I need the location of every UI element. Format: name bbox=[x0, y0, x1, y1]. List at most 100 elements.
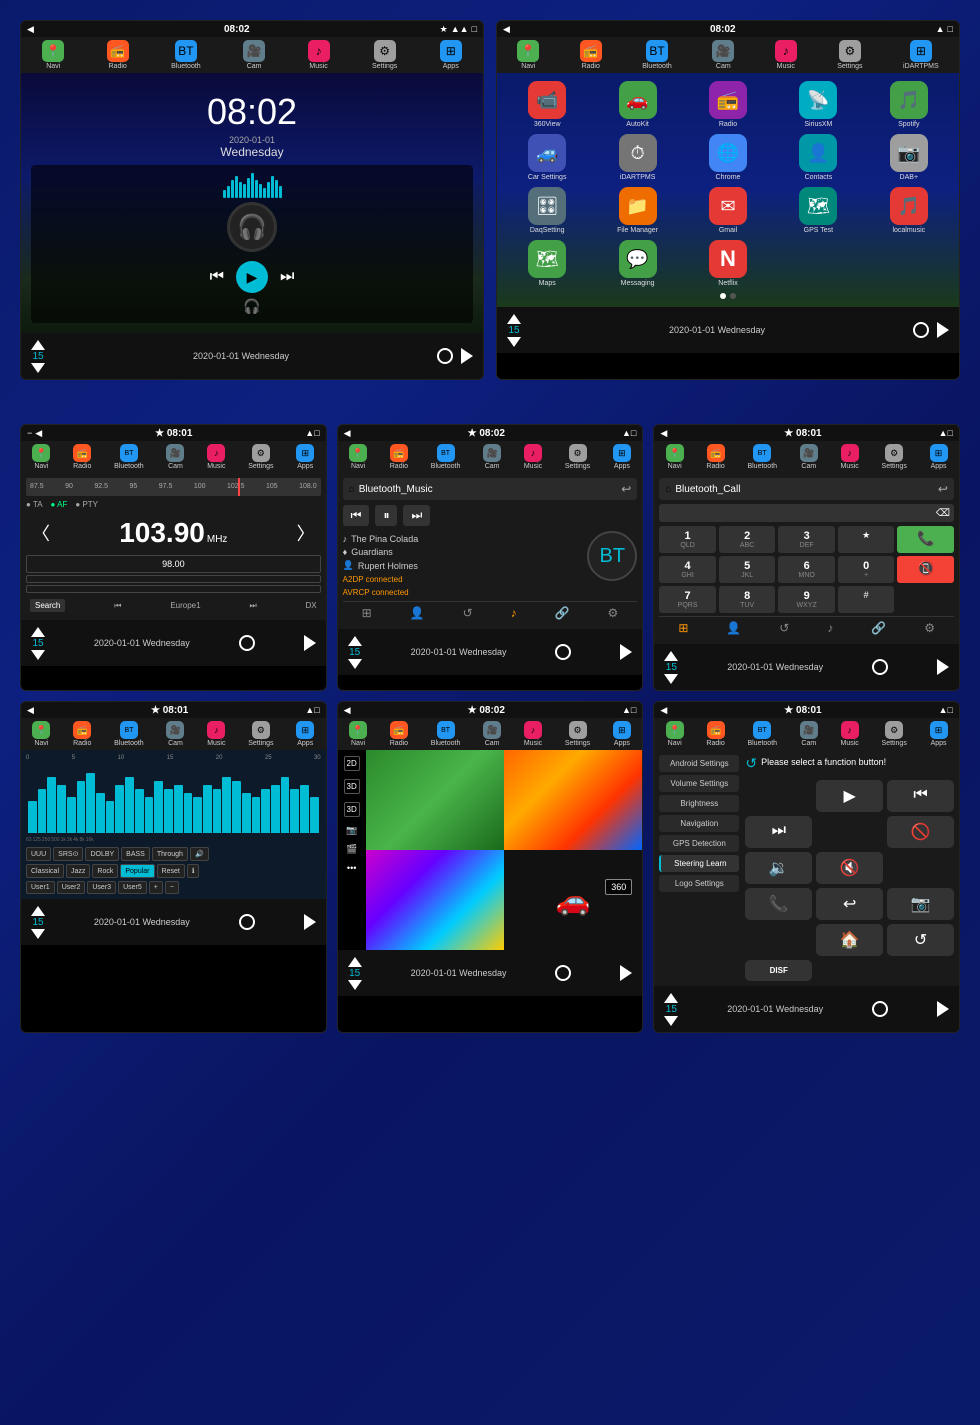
eq-btn-srs[interactable]: SRS⊙ bbox=[53, 847, 83, 861]
hangup-button[interactable]: 📵 bbox=[897, 556, 954, 583]
fn-btn-back[interactable]: ↺ bbox=[887, 924, 954, 956]
nav-settings-5[interactable]: ⚙ Settings bbox=[882, 444, 907, 470]
bt-call-back-icon[interactable]: ↩ bbox=[938, 482, 948, 496]
nav-apps-3[interactable]: ⊞ Apps bbox=[296, 444, 314, 470]
home-btn-3[interactable] bbox=[239, 635, 255, 651]
nav-radio-1[interactable]: 📻 Radio bbox=[107, 40, 129, 70]
nav-radio-4[interactable]: 📻 Radio bbox=[390, 444, 408, 470]
bottom-nav-2[interactable]: 15 bbox=[507, 314, 521, 347]
app-360view[interactable]: 📹 360View bbox=[505, 81, 589, 128]
eq-btn-classical[interactable]: Classical bbox=[26, 864, 64, 878]
bt-contact-icon[interactable]: 👤 bbox=[410, 606, 425, 620]
eq-btn-minus[interactable]: − bbox=[165, 881, 179, 894]
nav-bt-5[interactable]: BT Bluetooth bbox=[747, 444, 777, 470]
bt-next-btn[interactable]: ⏭ bbox=[403, 505, 430, 526]
back-icon-5[interactable]: ◀ bbox=[660, 428, 667, 439]
app-messaging[interactable]: 💬 Messaging bbox=[595, 240, 679, 287]
home-btn-5[interactable] bbox=[872, 659, 888, 675]
app-localmusic[interactable]: 🎵 localmusic bbox=[867, 187, 951, 234]
fn-btn-play[interactable]: ▶ bbox=[816, 780, 883, 812]
app-netflix[interactable]: N Netflix bbox=[686, 240, 770, 287]
nav-radio-5[interactable]: 📻 Radio bbox=[706, 444, 724, 470]
nav-bt-3[interactable]: BT Bluetooth bbox=[114, 444, 144, 470]
eq-btn-dolby[interactable]: DOLBY bbox=[85, 847, 119, 861]
back-btn-8[interactable] bbox=[937, 1001, 949, 1017]
nav-navi-6[interactable]: 📍 Navi bbox=[32, 721, 50, 747]
prev-station-icon[interactable]: ⏮ bbox=[114, 601, 121, 611]
fn-btn-mute[interactable]: 🚫 bbox=[887, 816, 954, 848]
nav-settings-8[interactable]: ⚙ Settings bbox=[882, 721, 907, 747]
eq-btn-uuu[interactable]: UUU bbox=[26, 847, 51, 861]
nav-cam-7[interactable]: 🎥 Cam bbox=[483, 721, 501, 747]
nav-bt-2[interactable]: BT Bluetooth bbox=[642, 40, 672, 70]
bt-sync-icon[interactable]: ↺ bbox=[463, 606, 473, 620]
home-btn-7[interactable] bbox=[555, 965, 571, 981]
next-button[interactable]: ⏭ bbox=[280, 268, 294, 286]
nav-cam-8[interactable]: 🎥 Cam bbox=[800, 721, 818, 747]
nav-cam-5[interactable]: 🎥 Cam bbox=[800, 444, 818, 470]
eq-btn-through[interactable]: Through bbox=[152, 847, 188, 861]
bottom-nav-3[interactable]: 15 bbox=[31, 627, 45, 660]
nav-apps-1[interactable]: ⊞ Apps bbox=[440, 40, 462, 70]
nav-bt-1[interactable]: BT Bluetooth bbox=[171, 40, 201, 70]
key-4[interactable]: 4GHI bbox=[659, 556, 716, 583]
nav-navi-8[interactable]: 📍 Navi bbox=[666, 721, 684, 747]
cam-3d-btn-1[interactable]: 3D bbox=[344, 779, 360, 794]
key-star[interactable]: ★ bbox=[838, 526, 895, 553]
key-8[interactable]: 8TUV bbox=[719, 586, 776, 613]
home-button-2[interactable] bbox=[913, 322, 929, 338]
bt-grid-icon[interactable]: ⊞ bbox=[362, 606, 372, 620]
back-btn-5[interactable] bbox=[937, 659, 949, 675]
backspace-icon[interactable]: ⌫ bbox=[936, 508, 950, 519]
call-music-icon[interactable]: ♪ bbox=[827, 621, 833, 635]
home-button-1[interactable] bbox=[437, 348, 453, 364]
menu-gps-detection[interactable]: GPS Detection bbox=[659, 835, 739, 852]
nav-bt-6[interactable]: BT Bluetooth bbox=[114, 721, 144, 747]
app-idartpms[interactable]: ⏱ iDARTPMS bbox=[595, 134, 679, 181]
fn-btn-disf[interactable]: DISF bbox=[745, 960, 812, 981]
cam-video-icon[interactable]: 🎬 bbox=[346, 844, 357, 855]
back-btn-3[interactable] bbox=[304, 635, 316, 651]
nav-cam-4[interactable]: 🎥 Cam bbox=[483, 444, 501, 470]
key-6[interactable]: 6MNO bbox=[778, 556, 835, 583]
back-icon-6[interactable]: ◀ bbox=[27, 705, 34, 716]
bottom-nav-8[interactable]: 15 bbox=[664, 993, 678, 1026]
back-icon-4[interactable]: ◀ bbox=[344, 428, 351, 439]
app-daqsetting[interactable]: 🎛 DaqSetting bbox=[505, 187, 589, 234]
back-icon-3b[interactable]: ◀ bbox=[35, 428, 42, 439]
freq-down-arrow[interactable]: 〈 bbox=[32, 520, 50, 546]
back-icon-7[interactable]: ◀ bbox=[344, 705, 351, 716]
nav-music-6[interactable]: ♪ Music bbox=[207, 721, 225, 747]
bottom-nav-5[interactable]: 15 bbox=[664, 651, 678, 684]
nav-navi-1[interactable]: 📍 Navi bbox=[42, 40, 64, 70]
call-link-icon[interactable]: 🔗 bbox=[871, 621, 886, 635]
nav-apps-4[interactable]: ⊞ Apps bbox=[613, 444, 631, 470]
app-radio[interactable]: 📻 Radio bbox=[686, 81, 770, 128]
app-dab[interactable]: 📷 DAB+ bbox=[867, 134, 951, 181]
nav-music-1[interactable]: ♪ Music bbox=[308, 40, 330, 70]
fn-btn-home[interactable]: 🏠 bbox=[816, 924, 883, 956]
back-icon-8[interactable]: ◀ bbox=[660, 705, 667, 716]
nav-settings-6[interactable]: ⚙ Settings bbox=[248, 721, 273, 747]
nav-settings-1[interactable]: ⚙ Settings bbox=[372, 40, 397, 70]
app-siriusxm[interactable]: 📡 SiriusXM bbox=[776, 81, 860, 128]
opt-pty[interactable]: ● PTY bbox=[75, 500, 98, 509]
back-icon-2[interactable]: ◀ bbox=[503, 24, 510, 35]
menu-volume-settings[interactable]: Volume Settings bbox=[659, 775, 739, 792]
bottom-nav-6[interactable]: 15 bbox=[31, 906, 45, 939]
app-chrome[interactable]: 🌐 Chrome bbox=[686, 134, 770, 181]
opt-af[interactable]: ● AF bbox=[51, 500, 68, 509]
nav-navi-7[interactable]: 📍 Navi bbox=[349, 721, 367, 747]
nav-radio-7[interactable]: 📻 Radio bbox=[390, 721, 408, 747]
nav-cam-3[interactable]: 🎥 Cam bbox=[166, 444, 184, 470]
nav-apps-8[interactable]: ⊞ Apps bbox=[930, 721, 948, 747]
bottom-nav-up-1[interactable]: 15 bbox=[31, 340, 45, 373]
call-gear-icon[interactable]: ⚙ bbox=[924, 621, 935, 635]
nav-music-7[interactable]: ♪ Music bbox=[524, 721, 542, 747]
eq-btn-add[interactable]: + bbox=[149, 881, 163, 894]
app-spotify[interactable]: 🎵 Spotify bbox=[867, 81, 951, 128]
nav-radio-3[interactable]: 📻 Radio bbox=[73, 444, 91, 470]
next-station-icon[interactable]: ⏭ bbox=[249, 601, 256, 611]
fn-btn-call[interactable]: 📞 bbox=[745, 888, 812, 920]
nav-radio-6[interactable]: 📻 Radio bbox=[73, 721, 91, 747]
